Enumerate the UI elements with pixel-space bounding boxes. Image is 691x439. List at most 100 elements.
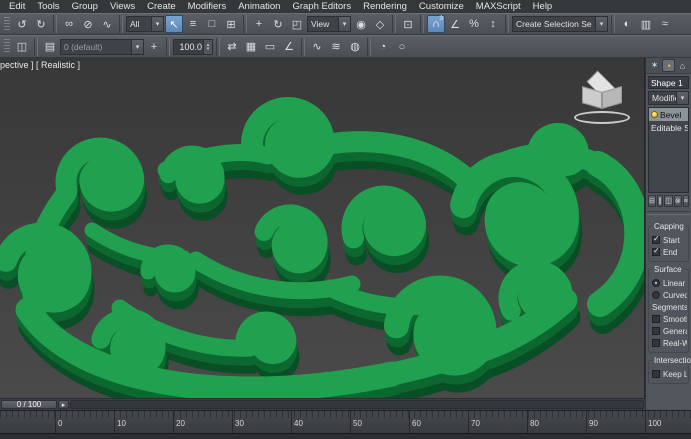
capping-start-row[interactable]: Start bbox=[650, 234, 687, 246]
selection-filter-dropdown[interactable]: All ▾ bbox=[126, 16, 164, 32]
model-ornament[interactable] bbox=[0, 58, 645, 398]
schematic-view-button[interactable]: ◍ bbox=[346, 38, 364, 56]
angle-snap-button[interactable]: ∠ bbox=[446, 15, 464, 33]
select-and-move-button[interactable]: + bbox=[250, 15, 268, 33]
align-button[interactable]: ▥ bbox=[637, 15, 655, 33]
capping-end-row[interactable]: End bbox=[650, 246, 687, 258]
next-frame-button[interactable]: ▸ bbox=[58, 400, 69, 409]
named-selection-sets-dropdown[interactable]: Create Selection Se ▾ bbox=[512, 16, 608, 32]
menu-maxscript[interactable]: MAXScript bbox=[470, 0, 527, 13]
chevron-down-icon[interactable]: ▾ bbox=[131, 39, 143, 54]
object-name-field[interactable]: Shape 1 bbox=[648, 76, 689, 89]
menu-animation[interactable]: Animation bbox=[232, 0, 286, 13]
layers-dropdown[interactable]: 0 (default) ▾ bbox=[60, 38, 144, 55]
select-and-manipulate-button[interactable]: ◇ bbox=[371, 15, 389, 33]
modifier-stack[interactable]: Bevel Editable Spline bbox=[648, 107, 689, 193]
remove-modifier-button[interactable]: ⊗ bbox=[673, 195, 682, 207]
menu-tools[interactable]: Tools bbox=[31, 0, 65, 13]
generate-mapping-row[interactable]: Generate Mapping Coords. bbox=[650, 325, 687, 337]
real-world-row[interactable]: Real-World Map Size bbox=[650, 337, 687, 349]
create-new-layer-button[interactable]: + bbox=[145, 38, 163, 56]
perspective-viewport[interactable]: pective ] [ Realistic ] bbox=[0, 58, 645, 398]
mirror-tool-button[interactable]: ⇄ bbox=[223, 38, 241, 56]
mirror-button[interactable]: ◐ bbox=[618, 15, 636, 33]
show-end-result-button[interactable]: ∥ bbox=[656, 195, 664, 207]
pin-stack-button[interactable]: ⊟ bbox=[648, 195, 656, 207]
percent-snap-button[interactable]: % bbox=[465, 15, 483, 33]
menu-rendering[interactable]: Rendering bbox=[357, 0, 413, 13]
modifier-list-dropdown[interactable]: Modifier List ▾ bbox=[648, 91, 689, 105]
reference-coordinate-dropdown[interactable]: View ▾ bbox=[307, 16, 351, 32]
chevron-down-icon[interactable]: ▾ bbox=[151, 17, 163, 31]
smooth-checkbox[interactable] bbox=[652, 315, 660, 323]
generate-mapping-checkbox[interactable] bbox=[652, 327, 660, 335]
select-object-button[interactable]: ↖ bbox=[165, 15, 183, 33]
select-and-link-button[interactable]: ∞ bbox=[60, 15, 78, 33]
window-crossing-button[interactable]: ⊞ bbox=[222, 15, 240, 33]
array-button[interactable]: ▦ bbox=[242, 38, 260, 56]
menu-customize[interactable]: Customize bbox=[413, 0, 470, 13]
menu-edit[interactable]: Edit bbox=[3, 0, 31, 13]
create-tab[interactable]: ✶ bbox=[648, 59, 661, 72]
keep-lines-checkbox[interactable] bbox=[652, 370, 660, 378]
stack-item-bevel[interactable]: Bevel bbox=[649, 108, 688, 121]
normal-align-button[interactable]: ∠ bbox=[280, 38, 298, 56]
hierarchy-tab[interactable]: ⌂ bbox=[676, 59, 689, 72]
real-world-checkbox[interactable] bbox=[652, 339, 660, 347]
menu-views[interactable]: Views bbox=[104, 0, 141, 13]
toolbar-separator bbox=[119, 15, 123, 33]
ruler-label: 40 bbox=[294, 419, 303, 428]
modifier-bulb-icon[interactable] bbox=[651, 111, 658, 118]
keep-lines-row[interactable]: Keep Lines From Crossing bbox=[650, 368, 687, 380]
select-and-scale-button[interactable]: ◰ bbox=[288, 15, 306, 33]
snaps-toggle-button[interactable]: ∩ 3 bbox=[427, 15, 445, 33]
stack-item-editable-spline[interactable]: Editable Spline bbox=[649, 121, 688, 134]
menu-group[interactable]: Group bbox=[66, 0, 104, 13]
select-and-rotate-button[interactable]: ↻ bbox=[269, 15, 287, 33]
viewcube[interactable] bbox=[574, 70, 630, 126]
start-checkbox[interactable] bbox=[652, 234, 660, 244]
smooth-row[interactable]: Smooth Across Levels bbox=[650, 313, 687, 325]
menu-help[interactable]: Help bbox=[527, 0, 559, 13]
timeline-ruler[interactable]: 0 10 20 30 40 50 60 70 80 90 100 bbox=[0, 410, 691, 433]
time-slider[interactable]: 0 / 100 bbox=[1, 400, 57, 409]
curved-sides-radio[interactable] bbox=[652, 291, 660, 299]
waveform-button[interactable]: ≋ bbox=[327, 38, 345, 56]
keyboard-override-button[interactable]: ⊡ bbox=[399, 15, 417, 33]
align-tool-button[interactable]: ▭ bbox=[261, 38, 279, 56]
percent-value-field[interactable]: 100.0 ▴ ▾ bbox=[173, 38, 213, 55]
end-checkbox[interactable] bbox=[652, 246, 660, 256]
undo-button[interactable]: ↺ bbox=[13, 15, 31, 33]
bind-to-space-warp-button[interactable]: ∿ bbox=[98, 15, 116, 33]
unlink-selection-button[interactable]: ⊘ bbox=[79, 15, 97, 33]
menu-modifiers[interactable]: Modifiers bbox=[182, 0, 233, 13]
rectangular-selection-region-button[interactable]: □ bbox=[203, 15, 221, 33]
menu-create[interactable]: Create bbox=[141, 0, 182, 13]
linear-sides-row[interactable]: Linear Sides bbox=[650, 277, 687, 289]
snapshot-button[interactable]: ◔ bbox=[374, 38, 392, 56]
viewcube-ring[interactable] bbox=[574, 111, 630, 124]
use-pivot-center-button[interactable]: ◉ bbox=[352, 15, 370, 33]
select-by-name-button[interactable]: ≡ bbox=[184, 15, 202, 33]
make-unique-button[interactable]: ◫ bbox=[664, 195, 673, 207]
chevron-down-icon[interactable]: ▾ bbox=[338, 17, 350, 31]
spinner-snap-button[interactable]: ↕ bbox=[484, 15, 502, 33]
curve-editor-button[interactable]: ≈ bbox=[656, 15, 674, 33]
time-slider-track[interactable] bbox=[70, 400, 644, 409]
spinner-arrows-icon[interactable]: ▴ ▾ bbox=[203, 39, 212, 54]
real-world-label: Real-World Map Size bbox=[663, 338, 687, 348]
layers-icon[interactable]: ▤ bbox=[41, 38, 59, 56]
configure-stack-button[interactable]: ≡ bbox=[682, 195, 689, 207]
linear-sides-radio[interactable] bbox=[652, 279, 660, 287]
chevron-down-icon[interactable]: ▾ bbox=[595, 17, 607, 31]
curved-sides-row[interactable]: Curved Sides bbox=[650, 289, 687, 301]
measure-button[interactable]: ○ bbox=[393, 38, 411, 56]
viewport-label[interactable]: pective ] [ Realistic ] bbox=[0, 60, 80, 70]
chevron-down-icon[interactable]: ▾ bbox=[676, 92, 688, 104]
redo-button[interactable]: ↻ bbox=[32, 15, 50, 33]
window-toggle-button[interactable]: ◫ bbox=[13, 38, 31, 56]
toolbar-separator bbox=[216, 37, 220, 56]
menu-graph-editors[interactable]: Graph Editors bbox=[286, 0, 357, 13]
modify-tab[interactable]: ◔ bbox=[662, 59, 675, 72]
curve-graph-button[interactable]: ∿ bbox=[308, 38, 326, 56]
